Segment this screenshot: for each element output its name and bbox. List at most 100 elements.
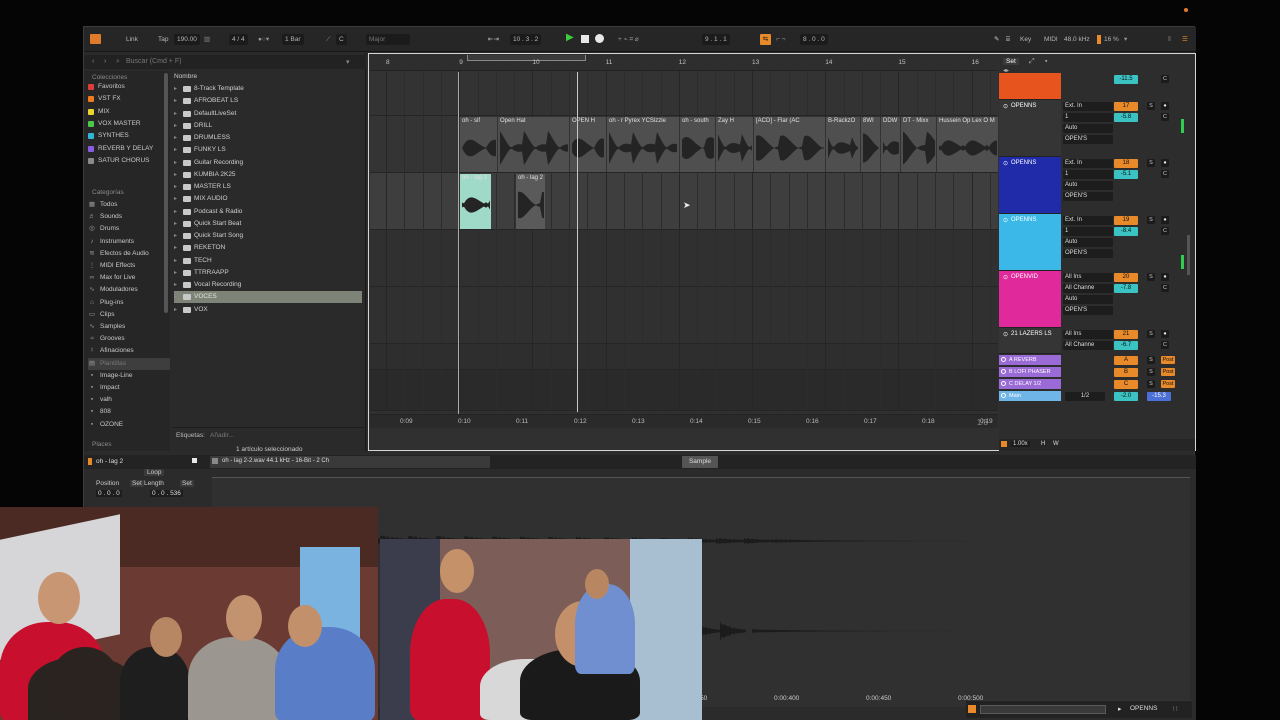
output-dropdown[interactable]: OPEN'S [1063, 249, 1113, 258]
clip-name-field[interactable]: oh - lag 2 [96, 458, 123, 465]
input-type-dropdown[interactable]: All Ins [1063, 273, 1113, 282]
solo-button[interactable]: S [1147, 159, 1155, 167]
return-track-header[interactable]: A REVERB [999, 355, 1061, 365]
mixer-scrollbar[interactable] [1187, 235, 1190, 275]
track-number-button[interactable]: 19 [1114, 216, 1138, 225]
mixer-track-header[interactable]: ⊙ OPENNS [999, 214, 1061, 271]
volume-field[interactable]: -11.5 [1114, 75, 1138, 84]
forward-icon[interactable]: › [104, 58, 106, 65]
key-scale-dropdown[interactable]: Major [366, 34, 410, 45]
track-lane[interactable] [370, 71, 998, 116]
position-field[interactable]: 10 . 3 . 2 [510, 34, 542, 45]
input-channel-dropdown[interactable]: 1 [1063, 227, 1113, 236]
category-grooves[interactable]: ≈ Grooves [88, 333, 124, 345]
volume-field[interactable]: -5.1 [1114, 170, 1138, 179]
collection-item[interactable]: SATUR CHORUS [88, 155, 150, 167]
file-row[interactable]: ▸ DRILL [174, 120, 362, 132]
post-button[interactable]: Post [1161, 356, 1175, 364]
loop-button[interactable]: Loop [144, 469, 165, 476]
monitor-mode[interactable]: Auto [1063, 238, 1113, 247]
play-small-icon[interactable]: ▸ [1118, 705, 1122, 713]
draw-mode-icon[interactable]: ✎ [994, 34, 999, 45]
lock-icon[interactable]: ▪ [1045, 58, 1047, 65]
audio-clip[interactable]: B-RackzO [825, 117, 860, 172]
expand-icon[interactable]: ⤢ [1029, 58, 1035, 66]
expand-arrow-icon[interactable]: ▸ [174, 267, 180, 279]
volume-field[interactable]: -8.4 [1114, 227, 1138, 236]
overdub-icon[interactable]: + ⌁ ⌗ ⌀ [618, 34, 639, 45]
loop-start-field[interactable]: 9 . 1 . 1 [702, 34, 730, 45]
overview-scrollbar[interactable] [980, 705, 1106, 714]
track-lane[interactable] [370, 230, 998, 287]
file-row[interactable]: ▸ DefaultLiveSet [174, 108, 362, 120]
mixer-track-header[interactable]: ⊙ 21 LAZERS LS [999, 328, 1061, 354]
menu-icon[interactable]: ☰ [1182, 34, 1188, 45]
file-row[interactable]: ▸ KUMBIA 2K25 [174, 169, 362, 181]
expand-arrow-icon[interactable]: ▸ [174, 242, 180, 254]
pan-field[interactable]: C [1161, 284, 1169, 292]
midi-map-button[interactable]: MIDI [1044, 34, 1058, 45]
back-icon[interactable]: ‹ [92, 58, 94, 65]
arm-button[interactable]: ● [1161, 216, 1169, 224]
monitor-mode[interactable]: Auto [1063, 181, 1113, 190]
expand-arrow-icon[interactable]: ▸ [174, 120, 180, 132]
collection-item[interactable]: Favoritos [88, 81, 125, 93]
expand-arrow-icon[interactable]: ▸ [174, 230, 180, 242]
w-button[interactable]: W [1053, 441, 1059, 447]
track-lane[interactable] [370, 287, 998, 344]
category-drums[interactable]: ◎ Drums [88, 223, 119, 235]
expand-arrow-icon[interactable]: ▸ [174, 181, 180, 193]
sample-tab[interactable]: Sample [682, 456, 718, 468]
monitor-mode[interactable]: Auto [1063, 295, 1113, 304]
output-dropdown[interactable]: OPEN'S [1063, 135, 1113, 144]
filter-dropdown-icon[interactable]: ▾ [346, 58, 350, 66]
tempo-field[interactable]: 190.00 [174, 34, 200, 45]
expand-arrow-icon[interactable]: ▸ [174, 157, 180, 169]
category-image-line[interactable]: ▪ Image-Line [88, 370, 133, 382]
solo-button[interactable]: S [1147, 102, 1155, 110]
expand-arrow-icon[interactable]: ▸ [174, 108, 180, 120]
track-fold-icon[interactable]: ⊙ [1003, 331, 1008, 338]
expand-arrow-icon[interactable]: ▸ [174, 304, 180, 316]
category-808[interactable]: ▪ 808 [88, 406, 111, 418]
return-send-button[interactable]: B [1114, 368, 1138, 377]
set-position-button[interactable]: Set [130, 480, 144, 487]
category-ozone[interactable]: ▪ OZONE [88, 419, 123, 431]
mixer-track-header[interactable]: ⊙ OPENNS [999, 157, 1061, 214]
loop-length-field[interactable]: 8 . 0 . 0 [800, 34, 828, 45]
category-plantillas[interactable]: ▤ Plantillas [88, 357, 170, 370]
main-output-dropdown[interactable]: 1/2 [1065, 392, 1105, 401]
audio-clip[interactable]: 8WI [860, 117, 880, 172]
length-field[interactable]: 0 . 0 . 536 [150, 490, 183, 497]
file-row[interactable]: ▸ VOX [174, 304, 362, 316]
post-button[interactable]: Post [1161, 368, 1175, 376]
expand-arrow-icon[interactable]: ▸ [174, 218, 180, 230]
track-lane[interactable] [370, 370, 998, 411]
file-row[interactable]: ▸ AFROBEAT LS [174, 95, 362, 107]
bar-ruler[interactable]: 8 9 10 11 12 13 14 15 16 [370, 55, 998, 71]
audio-clip[interactable]: oh - south [679, 117, 715, 172]
arm-button[interactable]: ● [1161, 273, 1169, 281]
pan-field[interactable]: C [1161, 75, 1169, 83]
return-fold-icon[interactable] [1001, 381, 1006, 386]
expand-arrow-icon[interactable]: ▸ [174, 193, 180, 205]
category-sounds[interactable]: ♬ Sounds [88, 211, 122, 223]
input-type-dropdown[interactable]: Ext. In [1063, 102, 1113, 111]
solo-button[interactable]: S [1147, 216, 1155, 224]
file-row[interactable]: ▸ VOCES [174, 291, 362, 304]
track-lane[interactable] [370, 344, 998, 370]
metronome-icon[interactable]: ▥ [204, 34, 210, 45]
tempo-follow-icon[interactable] [1001, 441, 1007, 447]
expand-arrow-icon[interactable]: ▸ [174, 132, 180, 144]
file-row[interactable]: ▸ MIX AUDIO [174, 193, 362, 205]
track-fold-icon[interactable]: ⊙ [1003, 160, 1008, 167]
file-row[interactable]: ▸ 8-Track Template [174, 83, 362, 95]
quantize-dropdown[interactable]: 1 Bar [282, 34, 304, 45]
monitor-mode[interactable]: Auto [1063, 124, 1113, 133]
output-dropdown[interactable]: OPEN'S [1063, 306, 1113, 315]
file-row[interactable]: ▸ TTRRAAPP [174, 267, 362, 279]
track-number-button[interactable]: 18 [1114, 159, 1138, 168]
record-icon[interactable] [595, 34, 604, 43]
stop-icon[interactable] [581, 35, 589, 43]
category-clips[interactable]: ▭ Clips [88, 309, 115, 321]
